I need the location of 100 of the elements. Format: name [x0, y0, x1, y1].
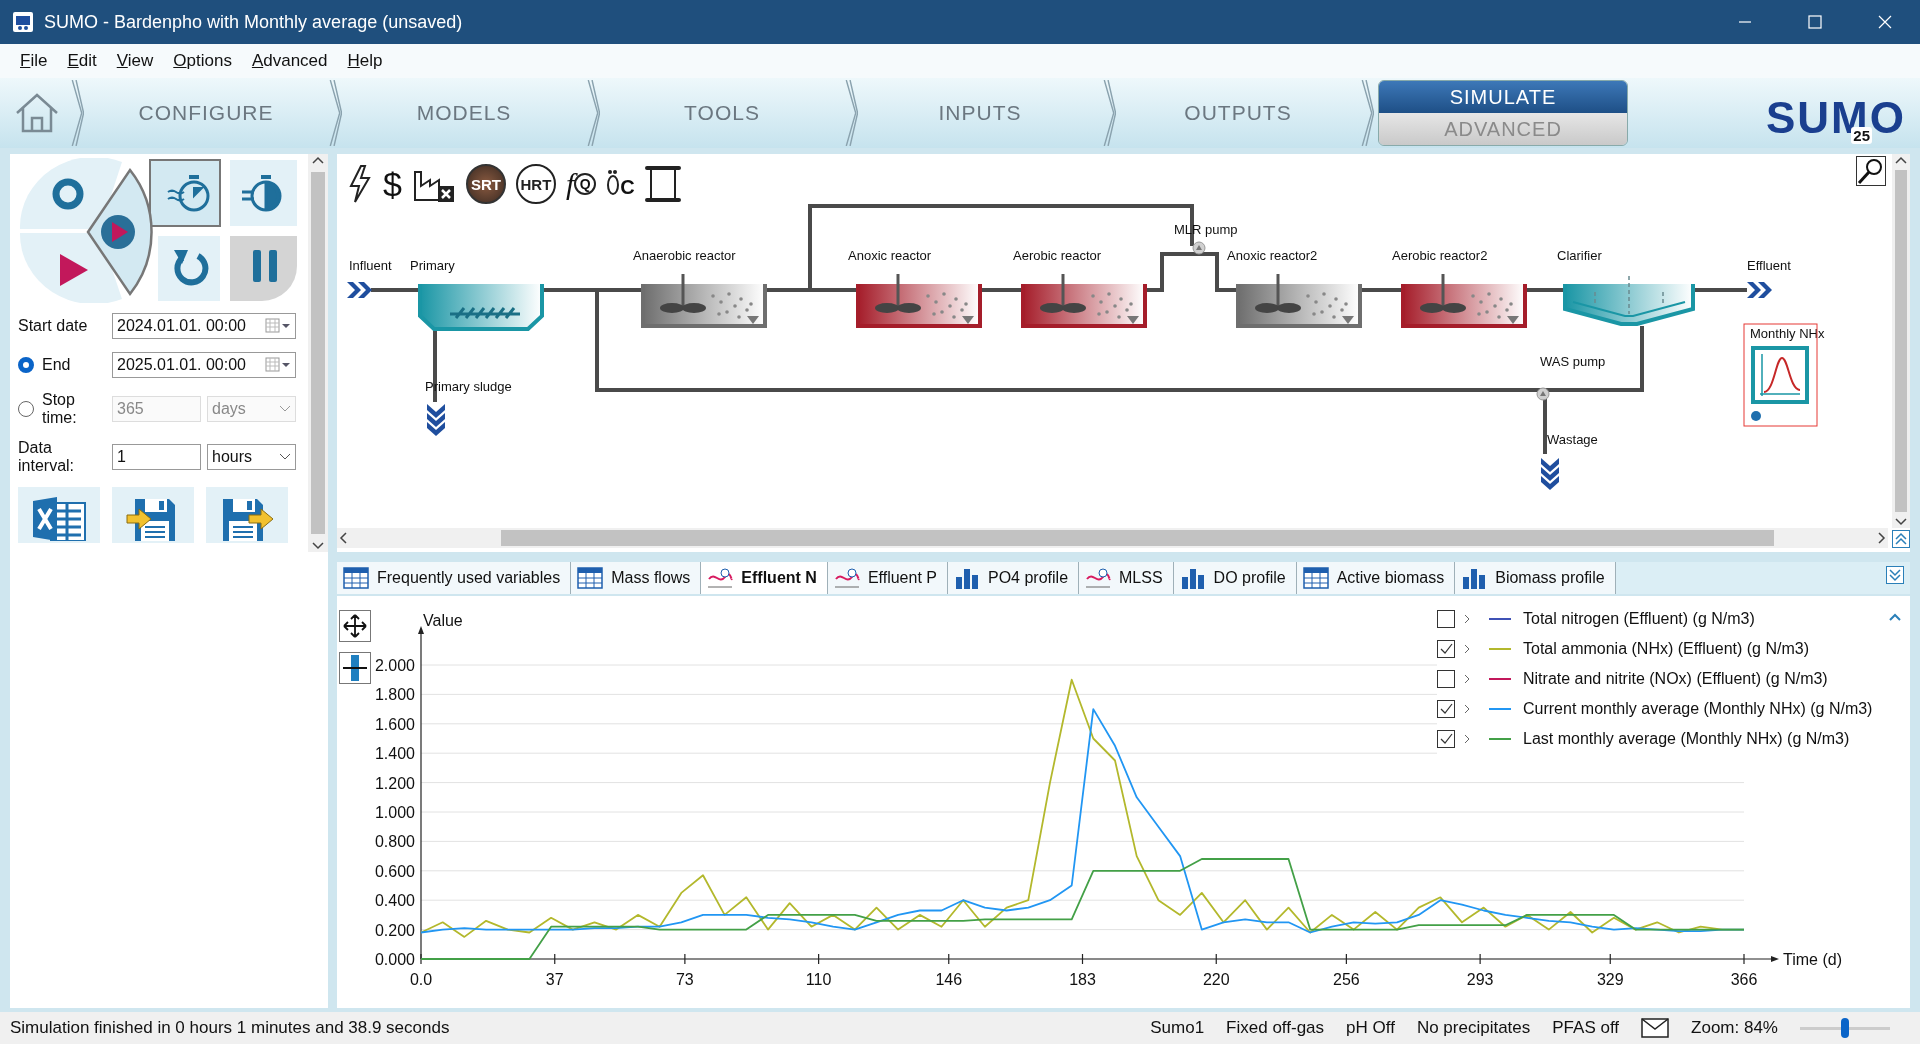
- chevron-icon[interactable]: [1463, 613, 1471, 625]
- reactor-drawing[interactable]: [1401, 274, 1527, 328]
- unit-label: WAS pump: [1540, 354, 1606, 369]
- date-field[interactable]: 2025.01.01. 00:00: [112, 352, 296, 378]
- radio-button[interactable]: [18, 401, 34, 417]
- tick-label: 1.600: [374, 715, 415, 733]
- menu-item[interactable]: Edit: [57, 51, 107, 71]
- calendar-icon[interactable]: [265, 317, 291, 335]
- clarifier-drawing[interactable]: [1563, 275, 1695, 326]
- maximize-icon: [1808, 15, 1822, 29]
- chart-tab[interactable]: DO profile: [1173, 562, 1297, 594]
- chevron-icon[interactable]: [1463, 673, 1471, 685]
- field-label: Stop time:: [42, 391, 78, 427]
- date-field[interactable]: 2024.01.01. 00:00: [112, 313, 296, 339]
- field-label: Data interval:: [18, 439, 76, 475]
- save-file-button[interactable]: [206, 487, 288, 543]
- expand-icon[interactable]: [1886, 566, 1904, 584]
- menu-item[interactable]: Help: [337, 51, 393, 71]
- axis-title: Value: [423, 612, 463, 629]
- bar-chart-icon: [1461, 567, 1488, 589]
- scrollbar[interactable]: [1892, 154, 1910, 528]
- caret-icon: [279, 405, 291, 413]
- primary-clarifier-drawing[interactable]: [418, 282, 544, 331]
- input-field[interactable]: 365: [112, 396, 201, 422]
- cost-icon[interactable]: $: [383, 164, 402, 204]
- chart-tab[interactable]: Effluent P: [827, 562, 948, 594]
- pump-icon[interactable]: [1536, 387, 1550, 401]
- zoom-button[interactable]: [339, 652, 371, 684]
- tick-label: 0.800: [374, 833, 415, 851]
- nav-tab[interactable]: MODELS: [342, 80, 586, 146]
- unit-dropdown[interactable]: hours: [207, 444, 296, 470]
- nav-tab[interactable]: TOOLS: [600, 80, 844, 146]
- chart-tab[interactable]: Frequently used variables: [337, 562, 572, 594]
- unit-label: Anoxic reactor2: [1227, 248, 1318, 263]
- input-field[interactable]: 1: [112, 444, 201, 470]
- tick-label: 0.0: [409, 971, 433, 988]
- stopwatch-button[interactable]: [230, 160, 297, 226]
- discharge-icon[interactable]: [427, 404, 445, 436]
- nav-tab[interactable]: INPUTS: [858, 80, 1102, 146]
- pan-button[interactable]: [339, 610, 371, 642]
- chart-tab[interactable]: Effluent N: [701, 562, 828, 594]
- nav-tab[interactable]: OUTPUTS: [1116, 80, 1360, 146]
- calendar-icon[interactable]: [265, 356, 291, 374]
- reset-button[interactable]: [158, 236, 220, 301]
- chart-tab[interactable]: MLSS: [1079, 562, 1174, 594]
- unit-label: Primary: [410, 258, 455, 273]
- line-chart-icon: [1085, 567, 1112, 589]
- zoom-slider[interactable]: [1800, 1018, 1890, 1038]
- scrollbar[interactable]: [308, 154, 328, 552]
- close-icon: [1878, 15, 1892, 29]
- flow-arrow-icon[interactable]: [1747, 282, 1772, 298]
- scrollbar[interactable]: [337, 528, 1888, 548]
- nav-tab[interactable]: CONFIGURE: [84, 80, 328, 146]
- tick-label: 146: [935, 971, 963, 988]
- window-title: SUMO - Bardenpho with Monthly average (unsaved): [44, 11, 463, 33]
- menu-item[interactable]: Options: [163, 51, 242, 71]
- checkbox[interactable]: [1437, 730, 1455, 748]
- chart-tab[interactable]: Active biomass: [1296, 562, 1456, 594]
- stopwatch-button[interactable]: [149, 159, 221, 227]
- unit-label: Aerobic reactor: [1013, 248, 1102, 263]
- chart-tab[interactable]: Mass flows: [571, 562, 702, 594]
- footprint-button[interactable]: C: [606, 169, 635, 199]
- scroll-icon[interactable]: [644, 164, 681, 204]
- pump-icon[interactable]: [1192, 241, 1206, 255]
- lightning-icon[interactable]: [347, 164, 373, 204]
- mode-tab[interactable]: SIMULATE: [1379, 81, 1627, 113]
- zoom-icon: [342, 654, 368, 682]
- unit-label: Wastage: [1547, 432, 1598, 447]
- mail-icon[interactable]: [1641, 1018, 1670, 1038]
- line-chart-icon: [707, 567, 734, 589]
- metric-button[interactable]: SRT: [465, 164, 506, 204]
- chart-tab[interactable]: PO4 profile: [948, 562, 1080, 594]
- collapse-icon[interactable]: [1892, 530, 1910, 548]
- reactor-drawing[interactable]: [641, 274, 767, 328]
- menu-item[interactable]: Advanced: [241, 51, 338, 71]
- checkbox[interactable]: [1437, 700, 1455, 718]
- run-button[interactable]: [86, 168, 153, 296]
- reactor-drawing[interactable]: [1021, 274, 1147, 328]
- flow-arrow-icon[interactable]: [347, 282, 372, 298]
- radio-button[interactable]: [18, 357, 34, 373]
- unit-label: Influent: [349, 258, 392, 273]
- chevron-icon[interactable]: [1463, 703, 1471, 715]
- pause-button[interactable]: [230, 236, 297, 301]
- menu-item[interactable]: View: [106, 51, 164, 71]
- excel-export-button[interactable]: [18, 487, 100, 543]
- metric-button[interactable]: HRT: [515, 164, 556, 204]
- chart-tab[interactable]: Biomass profile: [1455, 562, 1616, 594]
- menu-item[interactable]: File: [10, 51, 58, 71]
- discharge-icon[interactable]: [1541, 458, 1559, 490]
- reactor-drawing[interactable]: [1236, 274, 1362, 328]
- checkbox[interactable]: [1437, 640, 1455, 658]
- unit-dropdown[interactable]: days: [207, 396, 296, 422]
- caret-icon[interactable]: [1888, 612, 1902, 622]
- reactor-drawing[interactable]: [856, 274, 982, 328]
- search-icon[interactable]: [1856, 156, 1886, 186]
- chevron-icon[interactable]: [1463, 733, 1471, 745]
- checkbox[interactable]: [1437, 610, 1455, 628]
- checkbox[interactable]: [1437, 670, 1455, 688]
- chevron-icon[interactable]: [1463, 643, 1471, 655]
- load-file-button[interactable]: [112, 487, 194, 543]
